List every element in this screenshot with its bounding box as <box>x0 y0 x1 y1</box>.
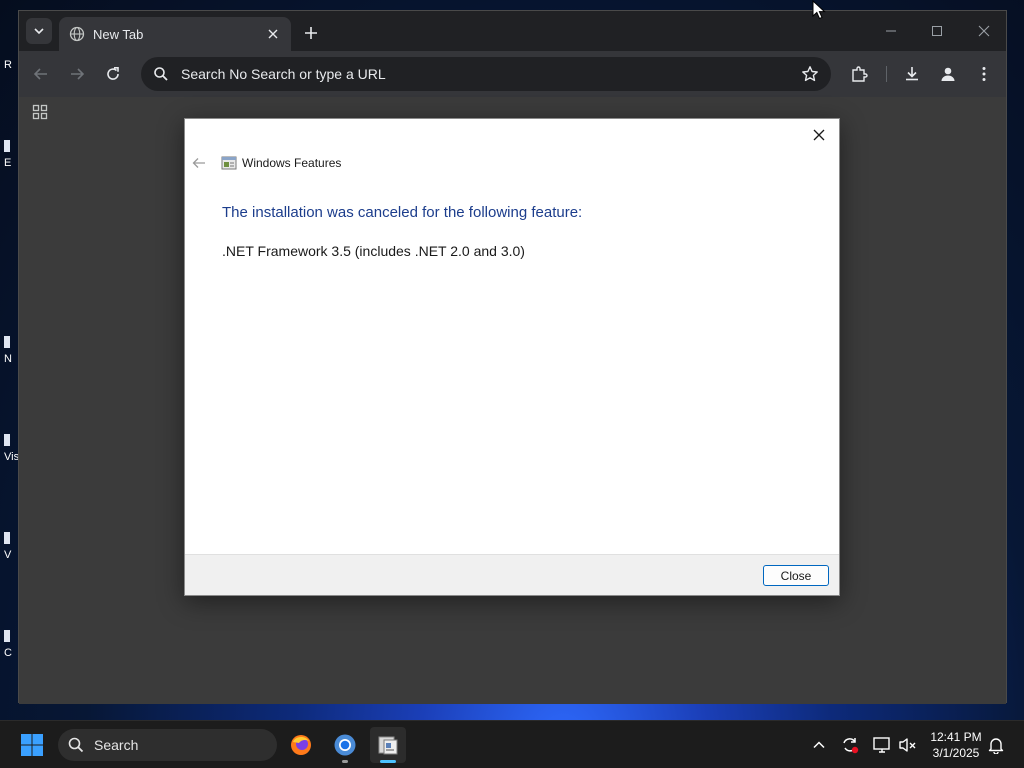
menu-button[interactable] <box>972 62 996 86</box>
sync-alert-icon <box>843 738 859 754</box>
speaker-muted-icon <box>899 738 916 752</box>
tab-title: New Tab <box>93 26 144 42</box>
address-bar-placeholder: Search No Search or type a URL <box>181 66 386 82</box>
mouse-cursor-icon <box>812 0 826 20</box>
app-icon <box>4 140 10 152</box>
running-indicator <box>342 760 348 763</box>
downloads-button[interactable] <box>900 62 924 86</box>
forward-button[interactable] <box>65 62 89 86</box>
maximize-button[interactable] <box>922 19 952 43</box>
taskbar-search-box[interactable]: Search <box>58 729 277 761</box>
reload-button[interactable] <box>101 62 125 86</box>
chevron-up-icon <box>813 741 825 749</box>
windows-logo-icon <box>21 734 43 756</box>
dialog-footer: Close <box>185 554 839 595</box>
arrow-right-icon <box>71 68 85 80</box>
active-indicator <box>380 760 396 763</box>
tab-strip: New Tab <box>19 11 1006 51</box>
kebab-menu-icon <box>982 67 986 81</box>
show-hidden-icons-button[interactable] <box>809 735 829 755</box>
notifications-button[interactable] <box>986 735 1006 755</box>
desktop-icon-recycle-bin[interactable]: R <box>4 58 18 72</box>
bell-icon <box>988 738 1004 754</box>
download-icon <box>906 67 918 81</box>
firefox-icon <box>291 735 311 755</box>
dialog-heading: The installation was canceled for the fo… <box>222 204 583 221</box>
taskbar-app-windows-features[interactable] <box>370 727 406 763</box>
dialog-close-button[interactable] <box>805 123 833 147</box>
windows-features-icon <box>378 736 398 755</box>
taskbar-app-firefox[interactable] <box>283 727 319 763</box>
address-bar[interactable]: Search No Search or type a URL <box>141 57 831 91</box>
minimize-button[interactable] <box>876 19 906 43</box>
desktop-icon-label: N <box>4 353 12 365</box>
dialog-back-button[interactable] <box>191 155 207 171</box>
apps-grid-icon <box>32 104 48 120</box>
minimize-icon <box>886 30 896 32</box>
tray-network-button[interactable] <box>872 735 892 755</box>
taskbar-app-chrome[interactable] <box>327 727 363 763</box>
desktop-icon-label: V <box>4 549 12 561</box>
back-button[interactable] <box>29 62 53 86</box>
clock-time: 12:41 PM <box>930 730 982 744</box>
taskbar-search-label: Search <box>94 737 139 753</box>
chevron-down-icon <box>34 28 44 35</box>
search-icon <box>68 737 84 753</box>
arrow-left-icon <box>192 158 205 168</box>
plus-icon <box>305 27 317 39</box>
reload-icon <box>107 67 119 80</box>
app-icon <box>4 532 10 544</box>
close-button[interactable]: Close <box>763 565 829 586</box>
windows-features-icon <box>221 156 237 170</box>
puzzle-icon <box>852 66 868 82</box>
tray-volume-button[interactable] <box>898 735 918 755</box>
close-icon <box>813 129 825 141</box>
taskbar: Search 12:41 PM 3/1/2025 <box>0 720 1024 768</box>
close-icon[interactable] <box>265 26 281 42</box>
close-icon <box>978 25 990 37</box>
toolbar-divider <box>886 66 887 82</box>
start-button[interactable] <box>14 729 50 761</box>
tab-new-tab[interactable]: New Tab <box>59 17 291 51</box>
desktop-icon-v[interactable]: V <box>4 532 18 562</box>
person-icon <box>941 67 955 81</box>
dialog-app-title: Windows Features <box>242 156 342 170</box>
desktop-icon-edge[interactable]: E <box>4 140 18 170</box>
desktop-icon-label: R <box>4 59 12 71</box>
arrow-left-icon <box>33 68 47 80</box>
apps-shortcut-button[interactable] <box>31 103 49 121</box>
browser-toolbar: Search No Search or type a URL <box>19 51 1006 97</box>
search-icon <box>154 67 168 81</box>
windows-features-dialog: Windows Features The installation was ca… <box>184 118 840 596</box>
desktop-icon-c[interactable]: C <box>4 630 18 660</box>
chrome-icon <box>334 734 356 756</box>
monitor-icon <box>873 737 890 753</box>
new-tab-button[interactable] <box>299 21 323 45</box>
profile-button[interactable] <box>936 62 960 86</box>
tab-search-button[interactable] <box>26 18 52 44</box>
desktop-icon-label: C <box>4 647 12 659</box>
maximize-icon <box>932 26 942 36</box>
extensions-button[interactable] <box>847 62 871 86</box>
taskbar-clock[interactable]: 12:41 PM 3/1/2025 <box>926 729 986 761</box>
tray-sync-button[interactable] <box>840 735 860 755</box>
app-icon <box>4 336 10 348</box>
close-window-button[interactable] <box>969 19 999 43</box>
desktop-icon-n[interactable]: N <box>4 336 18 366</box>
desktop-icon-label: E <box>4 157 12 169</box>
app-icon <box>4 434 10 446</box>
app-icon <box>4 630 10 642</box>
bookmark-star-icon[interactable] <box>801 65 819 83</box>
clock-date: 3/1/2025 <box>932 746 980 760</box>
globe-icon <box>69 26 85 42</box>
dialog-feature-name: .NET Framework 3.5 (includes .NET 2.0 an… <box>222 243 525 259</box>
desktop-icon-label: Vis <box>4 451 20 463</box>
